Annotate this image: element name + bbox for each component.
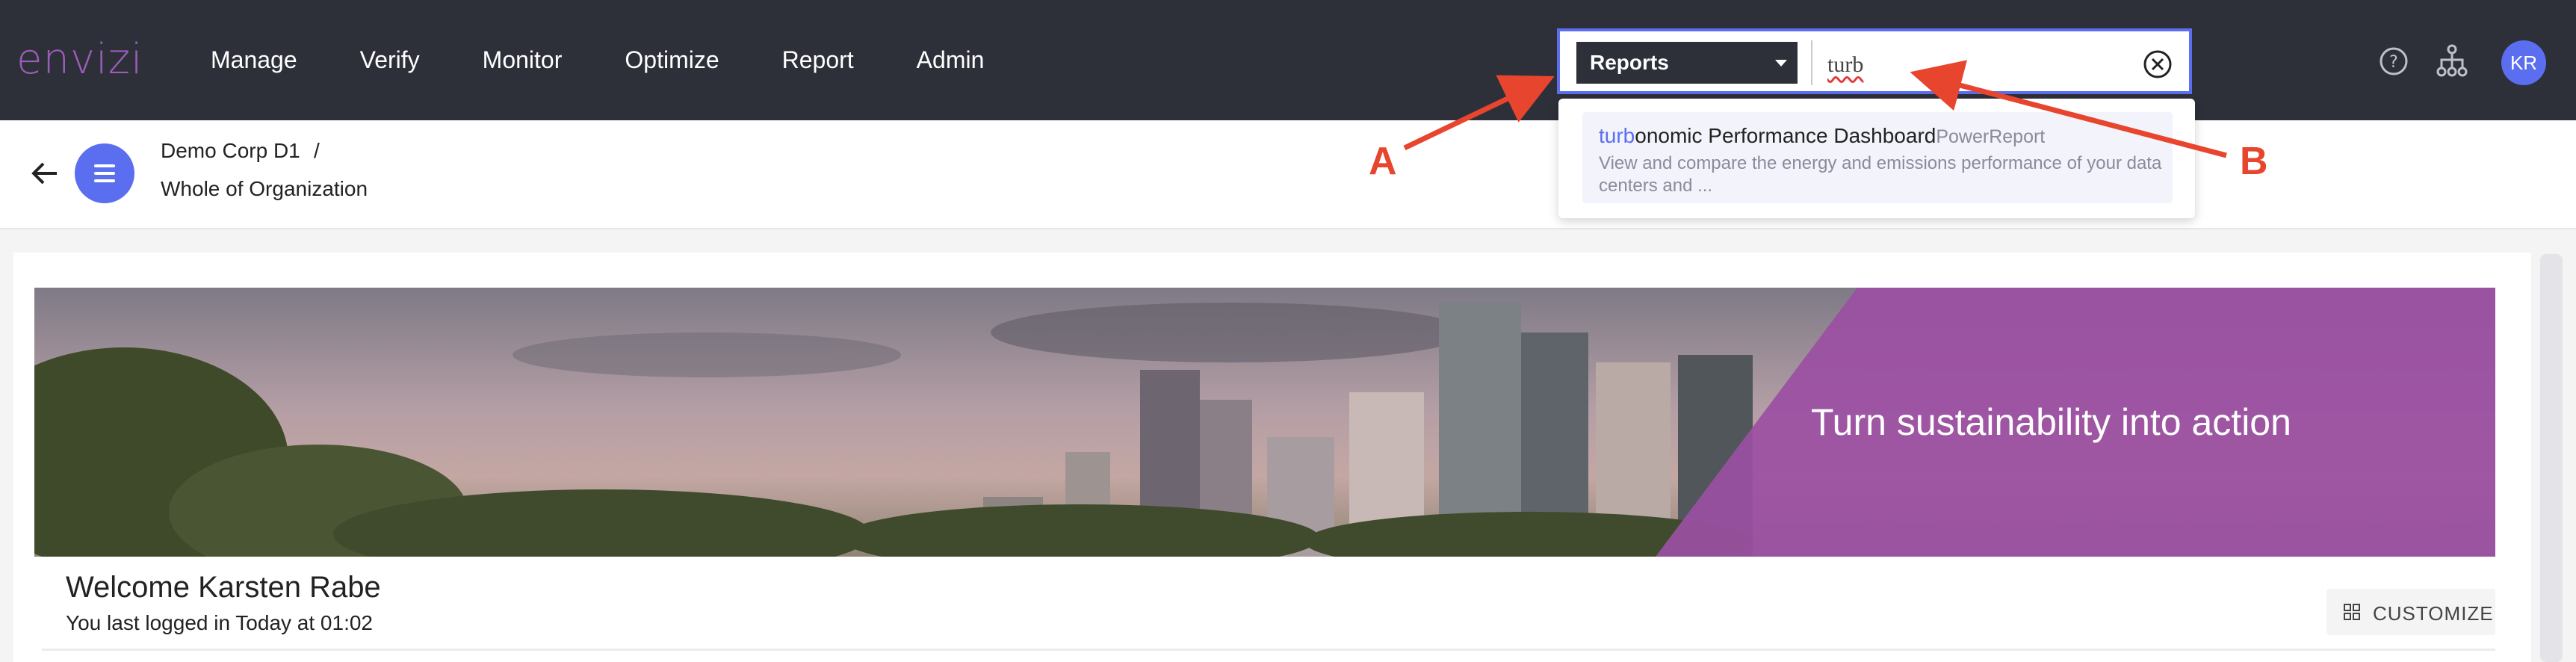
annotation-label-b: B: [2240, 140, 2268, 183]
annotation-arrow-a: [1403, 75, 1555, 151]
annotation-overlay: [1403, 60, 2227, 158]
annotation-arrow-b: [1910, 60, 2227, 158]
annotation-label-a: A: [1369, 140, 1397, 183]
